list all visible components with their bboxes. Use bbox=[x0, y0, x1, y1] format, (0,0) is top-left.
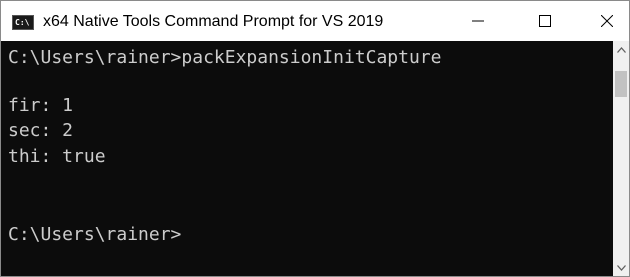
scroll-down-button[interactable] bbox=[613, 259, 629, 276]
cmd-app-icon[interactable]: C:\ bbox=[12, 15, 34, 30]
console-line-prompt: C:\Users\rainer> bbox=[8, 224, 182, 245]
maximize-button[interactable] bbox=[522, 1, 568, 41]
console-line-fir: fir: 1 bbox=[8, 95, 74, 116]
console-line-sec: sec: 2 bbox=[8, 120, 74, 141]
vertical-scrollbar[interactable] bbox=[613, 41, 629, 276]
minimize-button[interactable] bbox=[455, 1, 501, 41]
scroll-down-arrow-icon bbox=[616, 264, 626, 271]
scrollbar-thumb[interactable] bbox=[615, 71, 627, 97]
console-line-thi: thi: true bbox=[8, 146, 106, 167]
title-bar[interactable]: C:\ x64 Native Tools Command Prompt for … bbox=[1, 1, 629, 41]
maximize-icon bbox=[539, 15, 551, 27]
app-icon-text: C:\ bbox=[15, 18, 30, 27]
scroll-up-arrow-icon bbox=[616, 46, 626, 53]
console-line-command: C:\Users\rainer>packExpansionInitCapture bbox=[8, 47, 442, 68]
close-icon bbox=[601, 15, 613, 27]
window-title: x64 Native Tools Command Prompt for VS 2… bbox=[43, 13, 384, 30]
minimize-icon bbox=[472, 20, 484, 22]
command-prompt-window: C:\ x64 Native Tools Command Prompt for … bbox=[0, 0, 630, 277]
close-button[interactable] bbox=[584, 1, 630, 41]
console-output[interactable]: C:\Users\rainer>packExpansionInitCapture… bbox=[1, 41, 613, 276]
scroll-up-button[interactable] bbox=[613, 41, 629, 58]
